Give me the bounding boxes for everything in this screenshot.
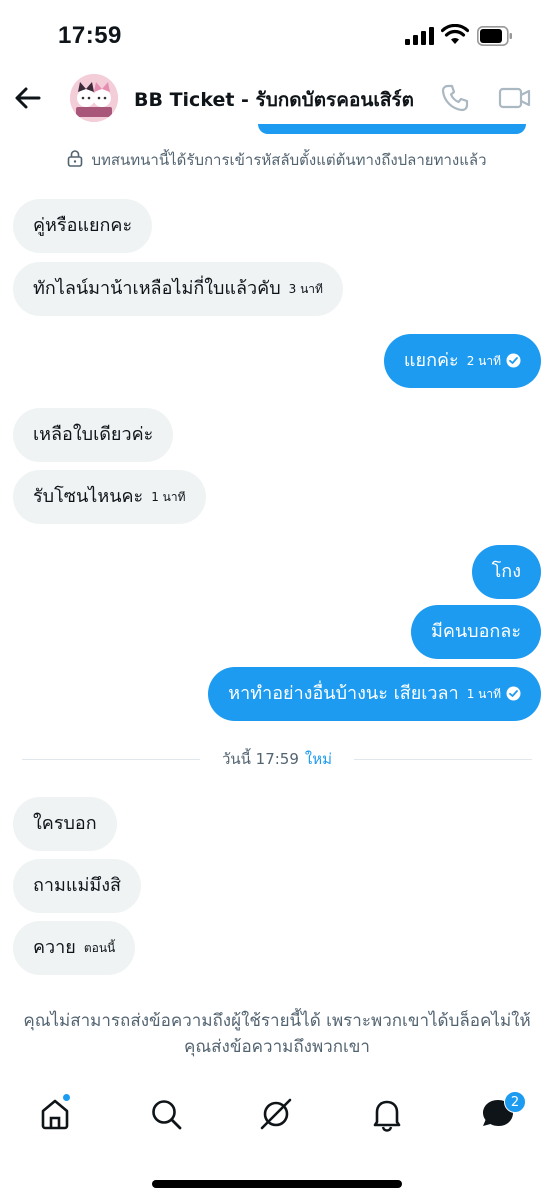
- seen-check-icon: [506, 353, 521, 368]
- message-timestamp: 1 นาที: [151, 490, 186, 504]
- search-icon[interactable]: [146, 1094, 186, 1134]
- new-messages-divider: วันนี้ 17:59 ใหม่: [22, 748, 532, 770]
- message-text: แยกค่ะ: [403, 350, 459, 371]
- message-timestamp: ตอนนี้: [83, 941, 116, 955]
- previous-message-bubble-edge: [258, 124, 526, 134]
- grok-icon[interactable]: [256, 1094, 296, 1134]
- message-text: ควาย: [33, 937, 76, 958]
- message-bubble-incoming[interactable]: ถามแม่มึงสิ: [13, 859, 141, 913]
- divider-new-label: ใหม่: [304, 750, 333, 768]
- wifi-icon: [441, 24, 469, 44]
- message-text: ทักไลน์มาน้าเหลือไม่กี่ใบแล้วคับ: [33, 278, 281, 299]
- avatar[interactable]: [70, 74, 118, 122]
- message-timestamp: 1 นาที: [466, 687, 501, 701]
- message-text: หาทำอย่างอื่นบ้างนะ เสียเวลา: [228, 683, 459, 704]
- status-bar: 17:59: [0, 0, 554, 70]
- encryption-notice: บทสนทนานี้ได้รับการเข้ารหัสลับตั้งแต่ต้น…: [0, 148, 554, 172]
- status-time: 17:59: [58, 22, 122, 49]
- messages-badge: 2: [504, 1091, 526, 1113]
- message-bubble-outgoing[interactable]: โกง: [471, 545, 541, 599]
- conversation-header: BB Ticket - รับกดบัตรคอนเสิร์ต: [0, 70, 554, 132]
- message-bubble-outgoing[interactable]: มีคนบอกละ: [410, 605, 541, 659]
- message-timestamp: 2 นาที: [466, 354, 501, 368]
- message-bubble-incoming[interactable]: ใครบอก: [13, 797, 117, 851]
- blocked-notice: คุณไม่สามารถส่งข้อความถึงผู้ใช้รายนี้ได้…: [23, 1011, 531, 1057]
- conversation-title[interactable]: BB Ticket - รับกดบัตรคอนเสิร์ต: [134, 85, 414, 115]
- message-text: ถามแม่มึงสิ: [33, 875, 121, 896]
- message-text: มีคนบอกละ: [430, 621, 521, 642]
- video-call-icon[interactable]: [498, 82, 532, 114]
- message-bubble-incoming[interactable]: เหลือใบเดียวค่ะ: [13, 408, 174, 462]
- message-timestamp: 3 นาที: [288, 282, 323, 296]
- message-bubble-incoming[interactable]: ทักไลน์มาน้าเหลือไม่กี่ใบแล้วคับ 3 นาที: [13, 262, 343, 316]
- message-text: ใครบอก: [33, 813, 97, 834]
- divider-date: วันนี้ 17:59: [221, 750, 299, 768]
- message-bubble-outgoing[interactable]: หาทำอย่างอื่นบ้างนะ เสียเวลา 1 นาที: [208, 667, 541, 721]
- encryption-notice-text: บทสนทนานี้ได้รับการเข้ารหัสลับตั้งแต่ต้น…: [91, 151, 487, 169]
- message-text: โกง: [491, 561, 521, 582]
- message-bubble-incoming[interactable]: รับโซนไหนคะ 1 นาที: [13, 470, 206, 524]
- message-text: เหลือใบเดียวค่ะ: [33, 424, 154, 445]
- seen-check-icon: [506, 686, 521, 701]
- message-bubble-incoming[interactable]: คู่หรือแยกคะ: [13, 199, 153, 253]
- home-notification-dot: [62, 1093, 71, 1102]
- message-text: รับโซนไหนคะ: [33, 486, 144, 507]
- phone-icon[interactable]: [439, 82, 471, 114]
- message-bubble-incoming[interactable]: ควาย ตอนนี้: [13, 921, 136, 975]
- message-bubble-outgoing[interactable]: แยกค่ะ 2 นาที: [383, 334, 541, 388]
- bottom-navigation: 2: [0, 1080, 554, 1150]
- message-text: คู่หรือแยกคะ: [33, 215, 133, 236]
- lock-icon: [68, 150, 83, 167]
- back-arrow-icon[interactable]: [10, 80, 46, 116]
- battery-icon: [477, 26, 512, 46]
- home-indicator: [152, 1180, 402, 1188]
- cellular-signal-icon: [405, 27, 435, 45]
- notifications-icon[interactable]: [367, 1094, 407, 1134]
